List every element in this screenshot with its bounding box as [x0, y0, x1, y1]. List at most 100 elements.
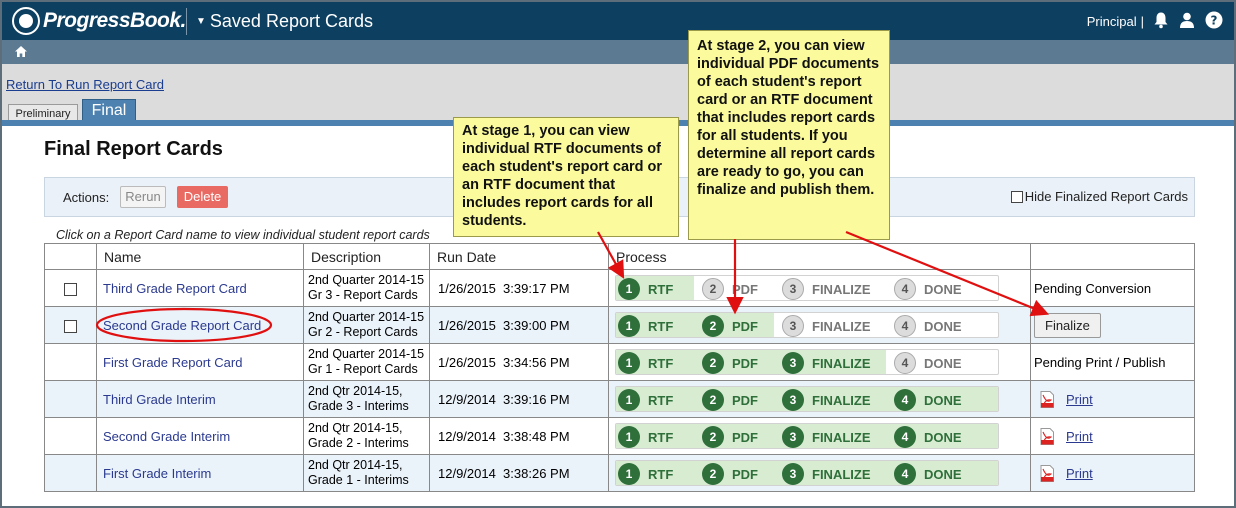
select-cell	[44, 417, 97, 455]
run-date-cell: 1/26/2015 3:34:56 PM	[429, 343, 609, 381]
table-row: First Grade Interim 2nd Qtr 2014-15, Grade…	[44, 454, 1195, 492]
step-label: PDF	[732, 466, 758, 482]
status-text: Pending Conversion	[1034, 280, 1152, 296]
tab-final[interactable]: Final	[82, 99, 136, 121]
description-line-2: Grade 3 - Interims	[308, 399, 409, 413]
process-step-pdf: 2 PDF	[702, 352, 758, 374]
step-label: DONE	[924, 318, 962, 334]
finalize-button[interactable]: Finalize	[1034, 312, 1101, 338]
step-number-badge: 4	[894, 463, 916, 485]
report-card-name-link[interactable]: Second Grade Report Card	[103, 318, 261, 333]
step-label: FINALIZE	[812, 466, 871, 482]
hide-finalized-toggle[interactable]: Hide Finalized Report Cards	[1010, 189, 1188, 204]
role-menu[interactable]: Principal |	[1087, 14, 1144, 29]
header-select	[44, 243, 97, 270]
process-cell: 1 RTF 2 PDF 3 FINALIZE 4 DONE	[608, 454, 1031, 492]
print-link[interactable]: Print	[1034, 427, 1190, 445]
description-line-2: Grade 2 - Interims	[308, 436, 409, 450]
role-label: Principal	[1086, 14, 1137, 29]
process-step-finalize: 3 FINALIZE	[782, 278, 871, 300]
report-card-name-link[interactable]: Third Grade Report Card	[103, 281, 247, 296]
description-line-1: 2nd Quarter 2014-15	[308, 347, 425, 361]
step-label: RTF	[648, 466, 674, 482]
app-title-dropdown[interactable]: ▼ Saved Report Cards	[196, 11, 373, 32]
report-card-name-link[interactable]: First Grade Report Card	[103, 355, 242, 370]
description-line-1: 2nd Quarter 2014-15	[308, 310, 425, 324]
step-label: FINALIZE	[812, 318, 871, 334]
name-cell: Third Grade Interim	[96, 380, 304, 418]
name-cell: First Grade Report Card	[96, 343, 304, 381]
print-link[interactable]: Print	[1034, 390, 1190, 408]
step-number-badge: 2	[702, 463, 724, 485]
home-icon[interactable]	[14, 45, 28, 58]
user-icon[interactable]	[1178, 11, 1196, 29]
report-card-name-link[interactable]: Second Grade Interim	[103, 429, 230, 444]
process-progress-bar: 1 RTF 2 PDF 3 FINALIZE 4 DONE	[615, 349, 999, 375]
title-divider	[186, 8, 187, 35]
step-label: RTF	[648, 355, 674, 371]
step-label: RTF	[648, 392, 674, 408]
report-card-name-link[interactable]: Third Grade Interim	[103, 392, 216, 407]
process-step-rtf: 1 RTF	[618, 426, 673, 448]
process-step-finalize: 3 FINALIZE	[782, 389, 871, 411]
step-label: PDF	[732, 355, 758, 371]
callout-stage-2: At stage 2, you can view individual PDF …	[688, 30, 890, 240]
hide-finalized-label: Hide Finalized Report Cards	[1024, 189, 1188, 204]
process-progress-bar: 1 RTF 2 PDF 3 FINALIZE 4 DONE	[615, 312, 999, 338]
actions-label: Actions:	[63, 190, 110, 205]
step-number-badge: 1	[618, 426, 640, 448]
print-link[interactable]: Print	[1034, 464, 1190, 482]
table-row: Second Grade Interim 2nd Qtr 2014-15, Grad…	[44, 417, 1195, 455]
header-description[interactable]: Description	[303, 243, 430, 270]
process-step-finalize: 3 FINALIZE	[782, 463, 871, 485]
process-step-rtf: 1 RTF	[618, 463, 673, 485]
process-step-rtf: 1 RTF	[618, 278, 673, 300]
description-line-2: Gr 2 - Report Cards	[308, 325, 418, 339]
process-cell: 1 RTF 2 PDF 3 FINALIZE 4 DONE	[608, 380, 1031, 418]
process-step-finalize: 3 FINALIZE	[782, 315, 871, 337]
subheader-band	[2, 64, 1234, 120]
step-label: DONE	[924, 429, 962, 445]
process-step-rtf: 1 RTF	[618, 352, 673, 374]
step-number-badge: 2	[702, 426, 724, 448]
select-cell	[44, 306, 97, 344]
progressbook-logo[interactable]: ProgressBook.	[12, 7, 186, 35]
step-number-badge: 4	[894, 315, 916, 337]
process-step-done: 4 DONE	[894, 426, 962, 448]
delete-button[interactable]: Delete	[177, 186, 228, 208]
return-to-run-link[interactable]: Return To Run Report Card	[6, 77, 164, 92]
row-checkbox[interactable]	[64, 319, 77, 333]
breadcrumb-bar	[2, 40, 1234, 64]
name-cell: Second Grade Interim	[96, 417, 304, 455]
process-step-done: 4 DONE	[894, 389, 962, 411]
header-run-date[interactable]: Run Date	[429, 243, 609, 270]
app-title: Saved Report Cards	[209, 11, 373, 31]
process-cell: 1 RTF 2 PDF 3 FINALIZE 4 DONE	[608, 343, 1031, 381]
step-number-badge: 3	[782, 315, 804, 337]
print-link-text: Print	[1066, 465, 1093, 481]
step-number-badge: 3	[782, 463, 804, 485]
process-step-rtf: 1 RTF	[618, 315, 673, 337]
step-number-badge: 4	[894, 352, 916, 374]
report-card-name-link[interactable]: First Grade Interim	[103, 466, 211, 481]
step-label: FINALIZE	[812, 355, 871, 371]
description-line-2: Gr 3 - Report Cards	[308, 288, 418, 302]
bell-icon[interactable]	[1152, 11, 1170, 29]
top-bar: ProgressBook. ▼ Saved Report Cards Princ…	[2, 2, 1234, 40]
pdf-icon	[1040, 464, 1054, 482]
description-line-2: Gr 1 - Report Cards	[308, 362, 418, 376]
process-progress-bar: 1 RTF 2 PDF 3 FINALIZE 4 DONE	[615, 275, 999, 301]
action-cell: Pending Conversion	[1030, 269, 1195, 307]
hide-finalized-checkbox[interactable]	[1010, 190, 1023, 203]
header-name[interactable]: Name	[96, 243, 304, 270]
help-icon[interactable]: ?	[1205, 11, 1223, 29]
row-checkbox[interactable]	[64, 282, 77, 296]
step-number-badge: 1	[618, 389, 640, 411]
step-number-badge: 3	[782, 352, 804, 374]
table-row: Second Grade Report Card 2nd Quarter 2014…	[44, 306, 1195, 344]
process-step-finalize: 3 FINALIZE	[782, 352, 871, 374]
rerun-button[interactable]: Rerun	[120, 186, 166, 208]
step-label: PDF	[732, 318, 758, 334]
pdf-icon	[1040, 390, 1054, 408]
status-text: Pending Print / Publish	[1034, 354, 1166, 370]
